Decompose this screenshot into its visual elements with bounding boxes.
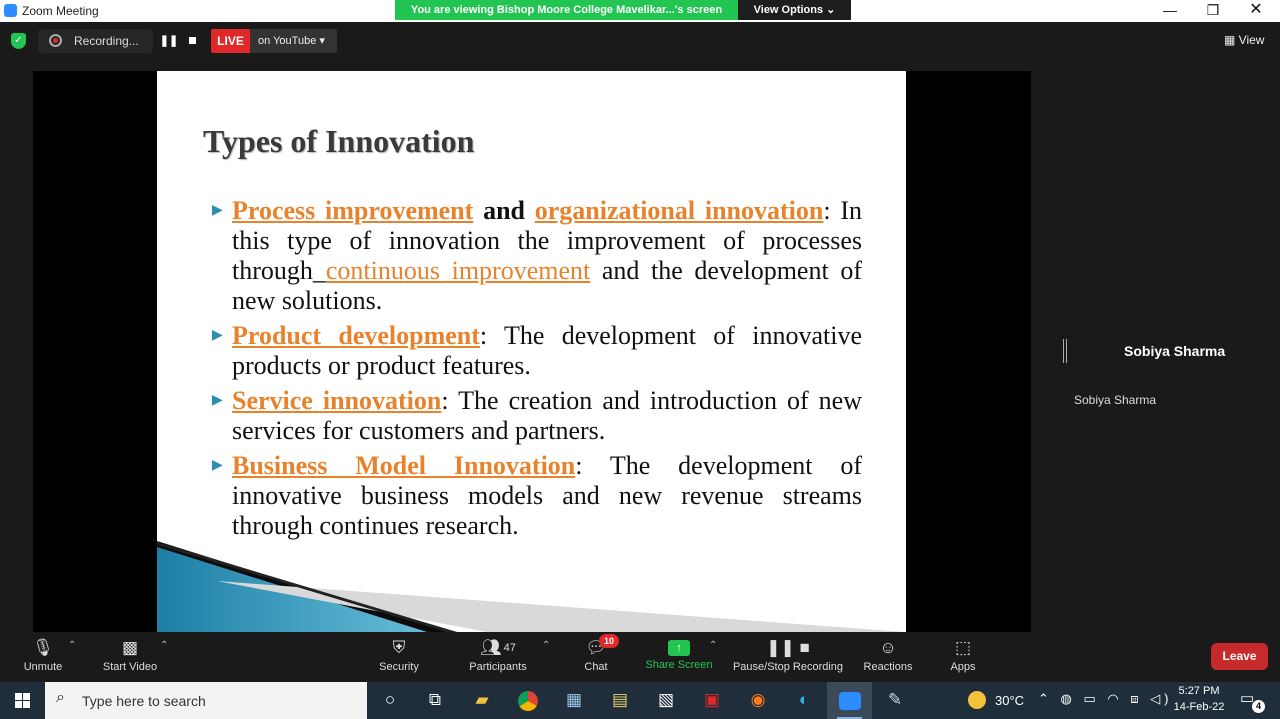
participants-button[interactable]: 👥︎ 47 Participants	[466, 634, 530, 680]
bullet-connector: and	[473, 196, 535, 225]
shield-icon: ⛨	[392, 638, 406, 657]
chrome-icon[interactable]	[513, 686, 543, 714]
bullet-heading: Process improvement	[232, 196, 474, 225]
start-video-button[interactable]: ▩ Start Video	[98, 634, 162, 680]
paint-app-icon[interactable]: ✎	[880, 686, 910, 714]
app-stack-icon[interactable]: ▤	[605, 686, 635, 714]
search-icon: ⌕	[56, 689, 65, 706]
slide-bullet: ▶ Service innovation: The creation and i…	[212, 386, 862, 446]
zoom-video-icon[interactable]	[835, 686, 865, 714]
firefox-icon[interactable]: ◉	[743, 686, 773, 714]
leave-meeting-button[interactable]: Leave	[1211, 643, 1268, 670]
recording-label: Recording...	[74, 34, 139, 48]
close-icon[interactable]: ✕	[1236, 0, 1276, 22]
pause-recording-icon[interactable]: ❚❚	[158, 29, 180, 53]
participant-name[interactable]: Sobiya Sharma	[1124, 343, 1225, 359]
slide-title: Types of Innovation	[203, 123, 475, 159]
file-explorer-icon[interactable]: ▰	[467, 686, 497, 714]
meeting-toolbar	[0, 632, 1280, 682]
view-options-button[interactable]: View Options ⌄	[738, 0, 851, 20]
restore-icon[interactable]: ❐	[1193, 0, 1233, 22]
weather-temperature[interactable]: 30°C	[995, 693, 1024, 708]
slide-decoration	[157, 541, 906, 632]
unmute-label: Unmute	[23, 661, 63, 673]
unmute-button[interactable]: 🎙︎ Unmute	[18, 634, 68, 680]
system-tray-icons[interactable]: ⌃ ◍ ▭ ◠ ⧈ ◁)	[1038, 691, 1173, 707]
slide-bullet-list: ▶ Process improvement and organizational…	[212, 196, 862, 546]
slide-bullet: ▶ Product development: The development o…	[212, 321, 862, 381]
share-screen-label: Share Screen	[645, 659, 713, 671]
apps-icon: ⬚	[954, 638, 972, 657]
recording-dot-icon	[49, 34, 62, 47]
apps-button[interactable]: ⬚ Apps	[944, 634, 982, 680]
zoom-app-icon	[4, 4, 17, 17]
participants-options-chevron-icon[interactable]: ⌃	[542, 640, 550, 651]
window-title: Zoom Meeting	[22, 4, 99, 18]
share-screen-button[interactable]: ↑ Share Screen	[643, 634, 715, 680]
clock-date[interactable]: 14-Feb-22	[1170, 701, 1228, 713]
video-options-chevron-icon[interactable]: ⌃	[160, 640, 168, 651]
muted-microphone-icon: 🎙︎	[32, 638, 54, 657]
start-video-label: Start Video	[102, 661, 158, 673]
chat-label: Chat	[584, 661, 608, 673]
live-badge: LIVE	[211, 29, 250, 53]
notification-count-badge: 4	[1252, 700, 1265, 713]
pause-stop-recording-button[interactable]: ❚❚ ■ Pause/Stop Recording	[730, 634, 846, 680]
share-options-chevron-icon[interactable]: ⌃	[709, 640, 717, 651]
media-app-icon[interactable]: ▣	[697, 686, 727, 714]
reactions-label: Reactions	[863, 661, 913, 673]
reactions-button[interactable]: ☺ Reactions	[860, 634, 916, 680]
stop-recording-icon[interactable]	[182, 29, 204, 53]
taskbar-search-placeholder[interactable]: Type here to search	[82, 693, 206, 709]
cortana-circle-icon[interactable]: ○	[375, 686, 405, 714]
participants-label: Participants	[469, 661, 527, 673]
minimize-icon[interactable]: —	[1150, 0, 1190, 22]
bullet-arrow-icon: ▶	[212, 328, 223, 343]
bullet-heading: Business Model Innovation	[232, 451, 576, 480]
smiley-add-icon: ☺	[879, 638, 897, 657]
windows-start-icon[interactable]	[0, 682, 45, 719]
weather-sun-icon[interactable]	[968, 691, 986, 709]
security-button[interactable]: ⛨ Security	[374, 634, 424, 680]
bullet-arrow-icon: ▶	[212, 458, 223, 473]
audio-options-chevron-icon[interactable]: ⌃	[68, 640, 76, 651]
participants-count: 47	[503, 642, 516, 654]
bullet-heading: Product development	[232, 321, 480, 350]
bullet-arrow-icon: ▶	[212, 393, 223, 408]
pdf-document-icon[interactable]: ▧	[651, 686, 681, 714]
live-destination-dropdown[interactable]: on YouTube ▾	[250, 29, 337, 53]
bullet-link[interactable]: continuous improvement	[326, 256, 590, 285]
view-layout-button[interactable]: ▦ View	[1224, 33, 1264, 47]
task-view-icon[interactable]: ⧉	[420, 686, 450, 714]
encryption-shield-icon[interactable]: ✓	[11, 33, 26, 49]
security-label: Security	[379, 661, 419, 673]
slide-bullet: ▶ Business Model Innovation: The develop…	[212, 451, 862, 541]
bullet-heading: organizational innovation	[534, 196, 824, 225]
pause-stop-label: Pause/Stop Recording	[732, 661, 844, 673]
bullet-heading: Service innovation	[232, 386, 442, 415]
pause-stop-icon: ❚❚ ■	[766, 638, 810, 657]
slide-bullet: ▶ Process improvement and organizational…	[212, 196, 862, 316]
participants-icon: 👥︎ 47	[480, 638, 516, 657]
participant-name-tag: Sobiya Sharma	[1070, 391, 1160, 410]
bullet-arrow-icon: ▶	[212, 203, 223, 218]
participant-tile-divider	[1063, 339, 1067, 363]
presentation-slide: Types of Innovation ▶ Process improvemen…	[157, 71, 906, 632]
calculator-icon[interactable]: ▦	[559, 686, 589, 714]
viewing-screen-banner: You are viewing Bishop Moore College Mav…	[395, 0, 738, 20]
edge-icon[interactable]: ◐	[789, 686, 819, 714]
clock-time[interactable]: 5:27 PM	[1170, 685, 1228, 697]
share-screen-arrow-icon: ↑	[668, 640, 690, 656]
chat-unread-badge: 10	[599, 634, 619, 648]
video-off-icon: ▩	[121, 638, 139, 657]
apps-label: Apps	[950, 661, 976, 673]
